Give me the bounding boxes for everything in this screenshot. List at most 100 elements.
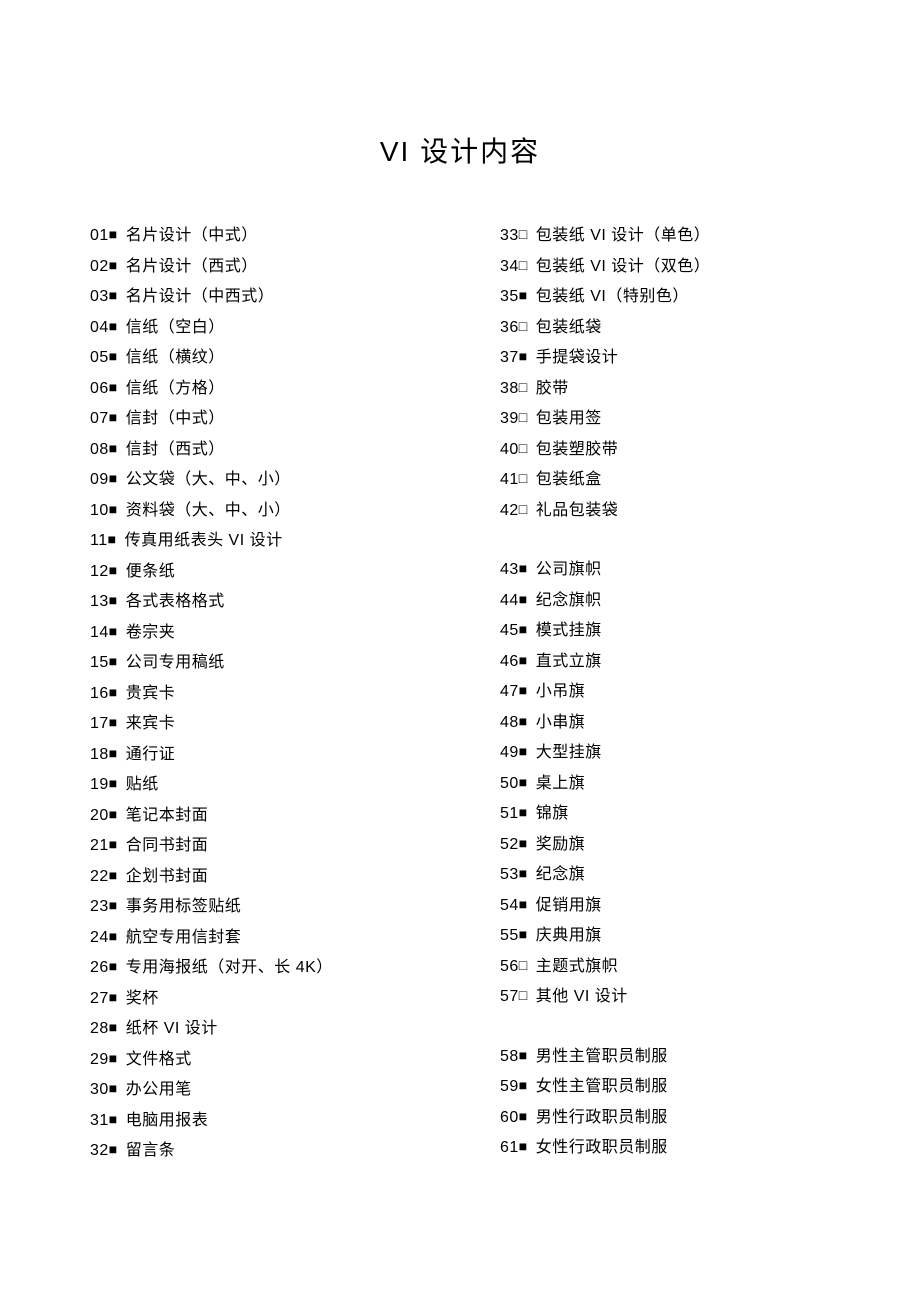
item-number: 39 [500,404,519,434]
list-item: 42□ 礼品包装袋 [500,495,830,526]
filled-square-icon: ■ [519,707,528,737]
item-label: 留言条 [126,1142,176,1159]
list-item: 11■ 传真用纸表头 VI 设计 [90,525,420,556]
filled-square-icon: ■ [519,615,528,645]
list-item: 14■卷宗夹 [90,617,420,648]
item-number: 23 [90,892,109,922]
list-item: 33□包装纸 VI 设计（单色） [500,220,830,251]
item-number: 04 [90,313,109,343]
filled-square-icon: ■ [519,768,528,798]
item-label: 男性主管职员制服 [536,1048,668,1065]
filled-square-icon: ■ [109,739,118,769]
item-label: 信纸（空白） [126,319,225,336]
list-item: 08■信封（西式） [90,434,420,465]
list-item: 46■直式立旗 [500,646,830,677]
item-number: 28 [90,1014,109,1044]
item-label: 便条纸 [126,563,176,580]
list-item: 45■模式挂旗 [500,615,830,646]
list-item: 24■航空专用信封套 [90,922,420,953]
filled-square-icon: ■ [109,373,118,403]
item-number: 40 [500,435,519,465]
list-item: 04■信纸（空白） [90,312,420,343]
item-label: 公司专用稿纸 [126,654,225,671]
list-item: 35■包装纸 VI（特别色） [500,281,830,312]
list-item: 22■企划书封面 [90,861,420,892]
item-number: 14 [90,618,109,648]
filled-square-icon: ■ [519,554,528,584]
item-number: 50 [500,769,519,799]
empty-square-icon: □ [519,373,528,403]
filled-square-icon: ■ [109,922,118,952]
item-label: 传真用纸表头 VI 设计 [125,532,283,549]
item-number: 16 [90,679,109,709]
list-item: 30■办公用笔 [90,1074,420,1105]
item-label: 包装纸盒 [536,471,602,488]
filled-square-icon: ■ [109,556,118,586]
item-label: 小串旗 [536,714,586,731]
item-number: 19 [90,770,109,800]
item-label: 女性主管职员制服 [536,1078,668,1095]
item-label: 奖励旗 [536,836,586,853]
item-number: 12 [90,557,109,587]
item-label: 手提袋设计 [536,349,619,366]
filled-square-icon: ■ [109,1044,118,1074]
list-item: 55■庆典用旗 [500,920,830,951]
item-label: 航空专用信封套 [126,929,242,946]
filled-square-icon: ■ [519,646,528,676]
item-label: 卷宗夹 [126,624,176,641]
item-number: 60 [500,1103,519,1133]
item-label: 其他 VI 设计 [536,988,628,1005]
item-number: 22 [90,862,109,892]
item-number: 33 [500,221,519,251]
item-label: 企划书封面 [126,868,209,885]
item-number: 08 [90,435,109,465]
list-item: 29■文件格式 [90,1044,420,1075]
item-number: 42 [500,496,519,526]
item-label: 桌上旗 [536,775,586,792]
item-number: 11 [90,526,108,556]
item-label: 包装纸袋 [536,319,602,336]
item-number: 09 [90,465,109,495]
item-number: 06 [90,374,109,404]
filled-square-icon: ■ [519,798,528,828]
filled-square-icon: ■ [108,525,117,555]
item-label: 小吊旗 [536,683,586,700]
item-label: 礼品包装袋 [536,502,619,519]
item-label: 文件格式 [126,1051,192,1068]
filled-square-icon: ■ [109,434,118,464]
filled-square-icon: ■ [109,1105,118,1135]
list-item: 19■贴纸 [90,769,420,800]
item-number: 18 [90,740,109,770]
list-item: 43■ 公司旗帜 [500,554,830,585]
empty-square-icon: □ [519,981,528,1011]
item-label: 事务用标签贴纸 [126,898,242,915]
item-label: 笔记本封面 [126,807,209,824]
filled-square-icon: ■ [109,830,118,860]
item-label: 公司旗帜 [536,561,602,578]
list-item: 36□包装纸袋 [500,312,830,343]
item-number: 37 [500,343,519,373]
item-label: 纪念旗 [536,866,586,883]
filled-square-icon: ■ [109,342,118,372]
filled-square-icon: ■ [109,403,118,433]
item-label: 纸杯 VI 设计 [126,1020,218,1037]
item-label: 大型挂旗 [536,744,602,761]
item-number: 61 [500,1133,519,1163]
item-number: 43 [500,555,519,585]
list-item: 58■男性主管职员制服 [500,1041,830,1072]
item-number: 38 [500,374,519,404]
list-item: 37■手提袋设计 [500,342,830,373]
empty-square-icon: □ [519,495,528,525]
left-column: 01■名片设计（中式）02■名片设计（西式）03■名片设计（中西式）04■信纸（… [90,220,420,1166]
filled-square-icon: ■ [519,859,528,889]
list-item: 57□其他 VI 设计 [500,981,830,1012]
list-item: 38□胶带 [500,373,830,404]
item-label: 名片设计（西式） [126,258,258,275]
empty-square-icon: □ [519,312,528,342]
item-label: 男性行政职员制服 [536,1109,668,1126]
filled-square-icon: ■ [519,1102,528,1132]
item-number: 13 [90,587,109,617]
item-number: 31 [90,1106,109,1136]
item-label: 直式立旗 [536,653,602,670]
filled-square-icon: ■ [519,829,528,859]
